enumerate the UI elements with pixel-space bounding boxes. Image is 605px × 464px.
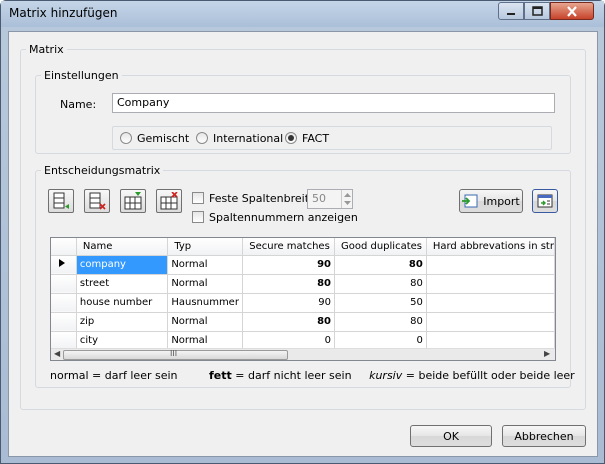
name-input[interactable]: Company	[112, 93, 555, 113]
column-header-typ[interactable]: Typ	[167, 238, 244, 256]
scroll-right-icon[interactable]: ▶	[544, 349, 550, 358]
matrix-table: Name Typ Secure matches Good duplicates …	[51, 238, 555, 351]
delete-column-button[interactable]	[156, 189, 182, 213]
maximize-button[interactable]	[524, 2, 550, 20]
fixed-width-label: Feste Spaltenbreite	[209, 192, 316, 205]
table-body: company Normal 90 80 street Normal 80 80 house n…	[51, 255, 555, 351]
cell-typ[interactable]: Normal	[167, 274, 244, 294]
add-row-button[interactable]	[48, 189, 74, 213]
show-column-numbers-label: Spaltennummern anzeigen	[209, 211, 358, 224]
decision-matrix-grid[interactable]: Name Typ Secure matches Good duplicates …	[50, 237, 556, 361]
minimize-button[interactable]	[498, 2, 524, 20]
cell-good-duplicates[interactable]: 80	[334, 274, 427, 294]
table-row[interactable]: street Normal 80 80	[51, 274, 555, 294]
row-header[interactable]	[51, 293, 77, 313]
cell-secure-matches[interactable]: 80	[242, 274, 335, 294]
delete-column-icon	[160, 192, 178, 210]
close-icon	[567, 5, 577, 17]
scroll-thumb-grip: III	[170, 349, 178, 358]
radio-international[interactable]	[196, 132, 208, 144]
dialog-body: Matrix Einstellungen Name: Company Gemis…	[8, 31, 598, 457]
horizontal-scrollbar[interactable]: ◀ III ▶	[51, 348, 555, 360]
scroll-thumb[interactable]: III	[63, 349, 288, 360]
import-icon	[462, 194, 478, 208]
cell-typ[interactable]: Normal	[167, 255, 244, 275]
import-button[interactable]: Import	[459, 189, 523, 213]
row-header[interactable]	[51, 274, 77, 294]
cell-typ[interactable]: Hausnummer	[167, 293, 244, 313]
spin-down-icon	[344, 201, 351, 205]
cell-name[interactable]: house number	[76, 293, 169, 313]
maximize-icon	[531, 6, 543, 16]
cell-good-duplicates[interactable]: 80	[334, 312, 427, 332]
current-row-icon	[59, 259, 65, 267]
close-button[interactable]	[550, 2, 594, 20]
cell-hard-abbreviations[interactable]	[426, 293, 555, 313]
radio-international-label: International	[213, 132, 284, 145]
cell-hard-abbreviations[interactable]	[426, 255, 555, 275]
format-legend: normal = darf leer sein fett = darf nich…	[50, 369, 575, 382]
fixed-width-checkbox[interactable]	[192, 192, 204, 204]
add-column-button[interactable]	[120, 189, 146, 213]
dialog-window: Matrix hinzufügen Matrix Einstellungen N…	[0, 0, 605, 464]
legend-normal: normal = darf leer sein	[50, 369, 178, 382]
delete-row-icon	[89, 192, 106, 210]
table-row[interactable]: zip Normal 80 80	[51, 312, 555, 332]
show-column-numbers-checkbox[interactable]	[192, 211, 204, 223]
add-row-icon	[53, 192, 69, 209]
cell-name[interactable]: zip	[76, 312, 169, 332]
cell-name[interactable]: street	[76, 274, 169, 294]
table-row[interactable]: house number Hausnummer 90 50	[51, 293, 555, 313]
add-column-icon	[124, 192, 142, 210]
cell-hard-abbreviations[interactable]	[426, 312, 555, 332]
column-header-secure-matches[interactable]: Secure matches	[242, 238, 335, 256]
radio-gemischt[interactable]	[120, 132, 132, 144]
legend-italic-rest: = beide befüllt oder beide leer	[405, 369, 575, 382]
ok-button[interactable]: OK	[410, 425, 492, 447]
import-label: Import	[483, 194, 520, 208]
radio-gemischt-label: Gemischt	[137, 132, 190, 145]
cell-good-duplicates[interactable]: 50	[334, 293, 427, 313]
window-title: Matrix hinzufügen	[9, 6, 118, 20]
cell-typ[interactable]: Normal	[167, 312, 244, 332]
column-header-hard-abbreviations[interactable]: Hard abbrevations in str	[426, 238, 555, 256]
cancel-button[interactable]: Abbrechen	[502, 425, 586, 447]
minimize-icon	[507, 13, 515, 15]
column-width-spinner[interactable]	[341, 190, 352, 208]
cell-name[interactable]: company	[76, 255, 169, 275]
table-header-row: Name Typ Secure matches Good duplicates …	[51, 238, 555, 256]
settings-legend: Einstellungen	[44, 69, 119, 82]
export-button[interactable]	[532, 189, 558, 213]
radio-fact[interactable]	[285, 132, 297, 144]
scroll-left-icon[interactable]: ◀	[54, 349, 60, 358]
cell-good-duplicates[interactable]: 80	[334, 255, 427, 275]
legend-italic: kursiv	[369, 369, 403, 382]
title-bar[interactable]: Matrix hinzufügen	[1, 1, 604, 27]
matrix-legend: Matrix	[29, 43, 64, 56]
table-row[interactable]: company Normal 90 80	[51, 255, 555, 275]
row-header[interactable]	[51, 312, 77, 332]
column-header-good-duplicates[interactable]: Good duplicates	[334, 238, 427, 256]
column-header-name[interactable]: Name	[76, 238, 169, 256]
cell-secure-matches[interactable]: 90	[242, 293, 335, 313]
name-label: Name:	[60, 98, 97, 111]
cell-secure-matches[interactable]: 80	[242, 312, 335, 332]
row-header-corner	[51, 238, 77, 256]
spin-up-icon	[344, 193, 351, 197]
cell-secure-matches[interactable]: 90	[242, 255, 335, 275]
row-header[interactable]	[51, 255, 77, 275]
delete-row-button[interactable]	[84, 189, 110, 213]
export-icon	[537, 194, 553, 208]
radio-fact-label: FACT	[302, 132, 330, 145]
decision-legend: Entscheidungsmatrix	[44, 164, 161, 177]
legend-bold: fett	[209, 369, 232, 382]
legend-bold-rest: = darf nicht leer sein	[235, 369, 352, 382]
cell-hard-abbreviations[interactable]	[426, 274, 555, 294]
